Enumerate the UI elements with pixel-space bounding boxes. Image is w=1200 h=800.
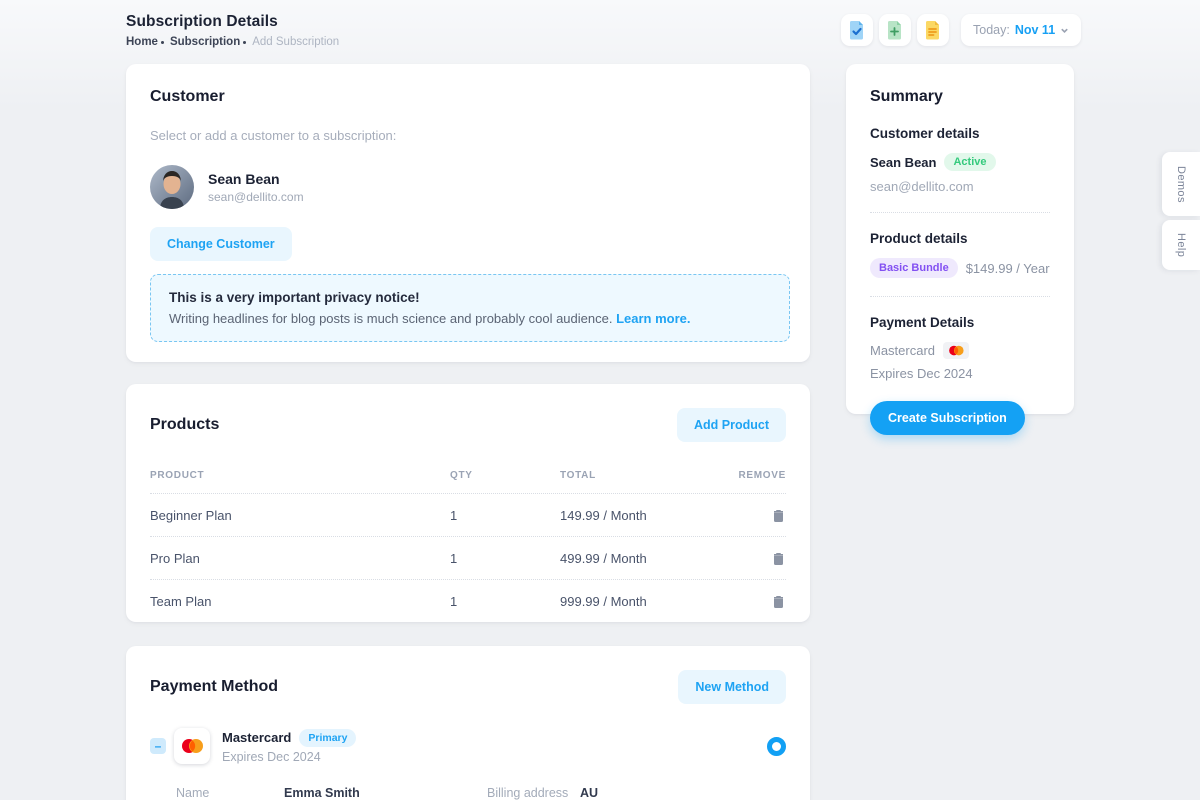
collapse-method-button[interactable]: –	[150, 738, 166, 754]
privacy-notice-text: Writing headlines for blog posts is much…	[169, 311, 612, 326]
product-name: Beginner Plan	[150, 508, 450, 523]
create-subscription-button[interactable]: Create Subscription	[870, 401, 1025, 435]
field-value: AU	[580, 786, 786, 800]
breadcrumb-current: Add Subscription	[252, 36, 339, 48]
privacy-notice-body: Writing headlines for blog posts is much…	[169, 311, 771, 326]
customer-name: Sean Bean	[208, 171, 304, 187]
product-total: 999.99 / Month	[560, 594, 726, 609]
breadcrumb: Home Subscription Add Subscription	[126, 36, 339, 48]
change-customer-button[interactable]: Change Customer	[150, 227, 292, 261]
field-label: Name	[176, 786, 284, 800]
remove-product-button[interactable]	[771, 550, 786, 567]
bundle-badge: Basic Bundle	[870, 258, 958, 278]
customer-card: Customer Select or add a customer to a s…	[126, 64, 810, 362]
topbar: Today: Nov 11	[841, 14, 1081, 46]
breadcrumb-dot	[161, 41, 164, 44]
customer-identity: Sean Bean sean@dellito.com	[208, 171, 304, 204]
document-lines-button[interactable]	[917, 14, 949, 46]
column-total: Total	[560, 470, 726, 481]
products-table: Product Qty Total Remove Beginner Plan 1…	[150, 462, 786, 623]
privacy-notice-title: This is a very important privacy notice!	[169, 290, 771, 305]
date-picker[interactable]: Today: Nov 11	[961, 14, 1081, 46]
trash-icon	[773, 595, 784, 608]
page-title: Subscription Details	[126, 13, 278, 31]
payment-expires: Expires Dec 2024	[222, 750, 356, 764]
divider	[870, 212, 1050, 213]
mastercard-logo-tile	[174, 728, 210, 764]
mastercard-icon	[179, 738, 205, 754]
divider	[870, 296, 1050, 297]
summary-customer-email: sean@dellito.com	[870, 179, 1050, 194]
field-label: Billing address	[487, 786, 580, 800]
document-add-button[interactable]	[879, 14, 911, 46]
product-total: 149.99 / Month	[560, 508, 726, 523]
breadcrumb-home[interactable]: Home	[126, 36, 158, 48]
products-card: Products Add Product Product Qty Total R…	[126, 384, 810, 622]
payment-brand: Mastercard	[222, 730, 291, 745]
mastercard-icon	[947, 345, 965, 356]
tab-help-label: Help	[1175, 233, 1187, 257]
breadcrumb-dot	[243, 41, 246, 44]
selected-method-radio[interactable]	[767, 737, 786, 756]
product-qty: 1	[450, 508, 560, 523]
chevron-down-icon	[1060, 26, 1069, 35]
trash-icon	[773, 552, 784, 565]
customer-email: sean@dellito.com	[208, 190, 304, 204]
tab-demos-label: Demos	[1175, 166, 1187, 203]
document-add-icon	[886, 20, 904, 40]
table-row: Team Plan 1 999.99 / Month	[150, 580, 786, 623]
remove-product-button[interactable]	[771, 507, 786, 524]
breadcrumb-subscription[interactable]: Subscription	[170, 36, 240, 48]
column-product: Product	[150, 470, 450, 481]
document-lines-icon	[924, 20, 942, 40]
avatar	[150, 165, 194, 209]
products-table-header: Product Qty Total Remove	[150, 462, 786, 494]
mastercard-mini-tile	[943, 342, 969, 359]
document-check-icon	[848, 20, 866, 40]
trash-icon	[773, 509, 784, 522]
active-status-badge: Active	[944, 153, 995, 171]
primary-badge: Primary	[299, 729, 356, 747]
summary-title: Summary	[870, 88, 1050, 106]
summary-payment-heading: Payment Details	[870, 315, 1050, 330]
summary-payment-brand: Mastercard	[870, 343, 935, 358]
payment-method-row: – Mastercard Primary Expires Dec 2024	[150, 728, 786, 764]
add-product-button[interactable]: Add Product	[677, 408, 786, 442]
product-name: Pro Plan	[150, 551, 450, 566]
product-total: 499.99 / Month	[560, 551, 726, 566]
today-label: Today:	[973, 23, 1010, 37]
tab-demos[interactable]: Demos	[1162, 152, 1200, 216]
summary-product-price: $149.99 / Year	[966, 261, 1050, 276]
remove-product-button[interactable]	[771, 593, 786, 610]
customer-card-subtitle: Select or add a customer to a subscripti…	[150, 128, 786, 143]
customer-card-title: Customer	[150, 88, 786, 106]
column-remove: Remove	[726, 470, 786, 481]
tab-help[interactable]: Help	[1162, 220, 1200, 270]
summary-product-heading: Product details	[870, 231, 1050, 246]
product-name: Team Plan	[150, 594, 450, 609]
column-qty: Qty	[450, 470, 560, 481]
product-qty: 1	[450, 594, 560, 609]
payment-method-card: Payment Method New Method – Mastercard P…	[126, 646, 810, 800]
payment-method-info: Mastercard Primary Expires Dec 2024	[222, 729, 356, 764]
field-value: Emma Smith	[284, 786, 487, 800]
date-value: Nov 11	[1015, 23, 1055, 37]
customer-row: Sean Bean sean@dellito.com	[150, 165, 786, 209]
new-method-button[interactable]: New Method	[678, 670, 786, 704]
learn-more-link[interactable]: Learn more.	[616, 311, 690, 326]
payment-method-fields: Name Emma Smith Billing address AU Numbe…	[176, 786, 786, 800]
summary-card: Summary Customer details Sean Bean Activ…	[846, 64, 1074, 414]
payment-card-title: Payment Method	[150, 678, 278, 696]
privacy-notice: This is a very important privacy notice!…	[150, 274, 790, 342]
summary-customer-heading: Customer details	[870, 126, 1050, 141]
table-row: Beginner Plan 1 149.99 / Month	[150, 494, 786, 537]
products-card-title: Products	[150, 416, 219, 434]
product-qty: 1	[450, 551, 560, 566]
document-check-button[interactable]	[841, 14, 873, 46]
summary-customer-name: Sean Bean	[870, 155, 936, 170]
table-row: Pro Plan 1 499.99 / Month	[150, 537, 786, 580]
summary-payment-expires: Expires Dec 2024	[870, 366, 1050, 381]
